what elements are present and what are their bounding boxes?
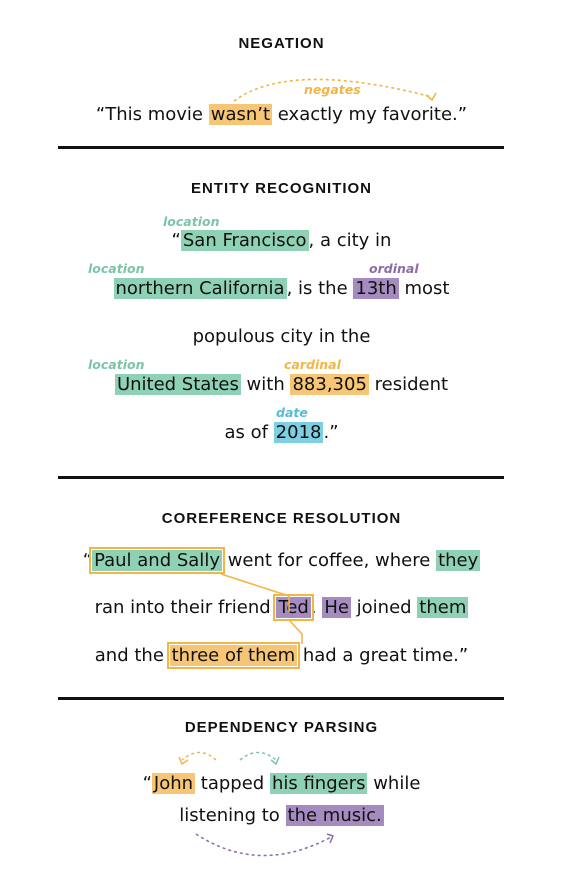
entity-line-2: northern California, is the 13th most (0, 278, 563, 299)
text: exactly my favorite.” (272, 104, 468, 125)
negation-title: NEGATION (238, 35, 325, 52)
coref-line-1: “Paul and Sally went for coffee, where t… (0, 547, 563, 574)
location-tag: location (88, 357, 145, 372)
text: as of (224, 422, 274, 443)
entity-line-5: as of 2018.” (0, 422, 563, 443)
location-tag: location (163, 214, 220, 229)
dep-object: his fingers (269, 773, 368, 794)
negation-arrowhead (425, 92, 437, 102)
coref-link (288, 619, 303, 644)
ordinal-tag: ordinal (369, 261, 419, 276)
coref-title: COREFERENCE RESOLUTION (161, 510, 402, 527)
coref-mention-paul-sally: Paul and Sally (89, 547, 225, 574)
text: most (398, 278, 450, 299)
dep-arrowhead (326, 833, 335, 844)
text: “This movie (95, 104, 209, 125)
negates-tag: negates (304, 82, 361, 97)
coref-mention-them: them (417, 597, 469, 618)
negation-sentence: “This movie wasn’t exactly my favorite.” (0, 104, 563, 125)
divider (58, 697, 504, 700)
text: “ (82, 550, 93, 571)
text: and the (94, 645, 170, 666)
entity-line-3: populous city in the (192, 326, 371, 347)
coref-mention-three-of-them: three of them (166, 642, 301, 669)
entity-location: northern California (113, 278, 287, 299)
text: while (367, 773, 421, 794)
text: , is the (286, 278, 354, 299)
dependency-line-1: “John tapped his fingers while (0, 773, 563, 794)
coref-mention-they: they (436, 550, 481, 571)
dep-arrow-prep (195, 833, 334, 857)
text: ran into their friend (94, 597, 277, 618)
connector-overlay (178, 78, 437, 857)
entity-date: 2018 (273, 422, 324, 443)
text: resident (368, 374, 449, 395)
text: went for coffee, where (221, 550, 437, 571)
text: joined (350, 597, 418, 618)
cardinal-tag: cardinal (284, 357, 341, 372)
dep-arrow-object (239, 751, 277, 761)
entity-location: San Francisco (180, 230, 309, 251)
dependency-line-2: listening to the music. (0, 805, 563, 826)
text: . (310, 597, 323, 618)
entity-location: United States (114, 374, 241, 395)
text: with (240, 374, 291, 395)
divider (58, 146, 504, 149)
dep-arrow-subject (181, 751, 217, 761)
entity-cardinal: 883,305 (290, 374, 369, 395)
text: listening to (179, 805, 286, 826)
entity-title: ENTITY RECOGNITION (190, 180, 373, 197)
text: , a city in (308, 230, 392, 251)
text: .” (323, 422, 339, 443)
coref-line-2: ran into their friend Ted. He joined the… (0, 594, 563, 621)
coref-line-3: and the three of them had a great time.” (0, 642, 563, 669)
dependency-title: DEPENDENCY PARSING (184, 719, 379, 736)
text: “ (142, 773, 152, 794)
date-tag: date (276, 405, 308, 420)
dep-subject: John (151, 773, 196, 794)
negation-word: wasn’t (208, 104, 273, 125)
dep-arrowhead (178, 756, 189, 766)
coref-mention-ted: Ted (273, 594, 314, 621)
entity-line-1: “San Francisco, a city in (0, 230, 563, 251)
entity-line-4: United States with 883,305 resident (0, 374, 563, 395)
dep-prep-object: the music. (285, 805, 384, 826)
location-tag: location (88, 261, 145, 276)
dep-arrowhead (270, 756, 280, 766)
divider (58, 476, 504, 479)
coref-mention-he: He (322, 597, 351, 618)
text: tapped (195, 773, 270, 794)
text: had a great time.” (297, 645, 469, 666)
text: “ (171, 230, 181, 251)
entity-ordinal: 13th (353, 278, 399, 299)
